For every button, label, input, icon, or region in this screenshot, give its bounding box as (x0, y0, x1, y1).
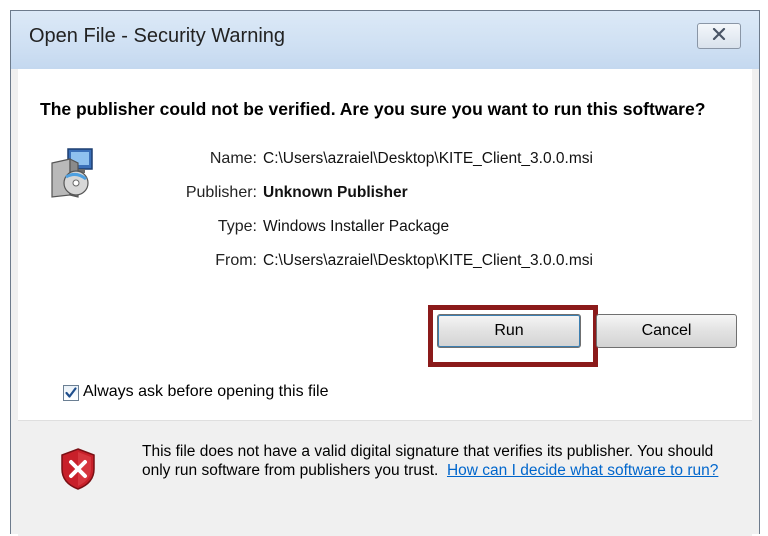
run-button[interactable]: Run (437, 314, 581, 348)
detail-label: Publisher: (185, 184, 257, 201)
signature-warning-text: This file does not have a valid digital … (142, 442, 742, 480)
detail-label: From: (215, 252, 257, 269)
checkmark-icon (65, 387, 77, 398)
security-shield-icon (58, 447, 98, 491)
help-link[interactable]: How can I decide what software to run? (447, 462, 718, 479)
detail-value-from: C:\Users\azraiel\Desktop\KITE_Client_3.0… (263, 252, 593, 269)
window-title: Open File - Security Warning (29, 25, 286, 47)
security-warning-dialog: Open File - Security Warning The publish… (10, 10, 760, 536)
dialog-body: The publisher could not be verified. Are… (18, 69, 752, 536)
warning-headline: The publisher could not be verified. Are… (40, 99, 706, 119)
detail-row-name: Name: C:\Users\azraiel\Desktop\KITE_Clie… (18, 150, 752, 172)
detail-label: Name: (209, 150, 257, 167)
signature-info-panel: This file does not have a valid digital … (18, 420, 752, 536)
close-icon (712, 27, 726, 45)
detail-row-from: From: C:\Users\azraiel\Desktop\KITE_Clie… (18, 252, 752, 274)
detail-value-type: Windows Installer Package (263, 218, 450, 235)
detail-row-publisher: Publisher: Unknown Publisher (18, 184, 752, 206)
detail-row-type: Type: Windows Installer Package (18, 218, 752, 240)
detail-value-name: C:\Users\azraiel\Desktop\KITE_Client_3.0… (263, 150, 593, 167)
always-ask-checkbox[interactable] (63, 385, 79, 401)
cancel-button[interactable]: Cancel (596, 314, 737, 348)
close-button[interactable] (697, 23, 741, 49)
title-bar[interactable]: Open File - Security Warning (11, 11, 759, 69)
detail-value-publisher: Unknown Publisher (263, 184, 408, 201)
detail-label: Type: (217, 218, 257, 235)
always-ask-label[interactable]: Always ask before opening this file (83, 383, 328, 401)
